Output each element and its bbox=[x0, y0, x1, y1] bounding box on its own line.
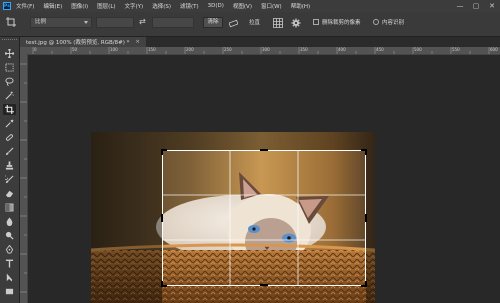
close-icon[interactable]: × bbox=[135, 39, 140, 45]
magic-wand-tool-icon[interactable] bbox=[3, 90, 16, 101]
content-aware-label: 内容识别 bbox=[382, 20, 405, 26]
ruler-corner[interactable] bbox=[20, 47, 27, 54]
document-tab-bar: test.jpg @ 100% (裁剪预览, RGB/8#) * × bbox=[20, 37, 500, 47]
menu-bar: Ps 文件(F) 编辑(E) 图像(I) 图层(L) 文字(Y) 选择(S) 滤… bbox=[0, 0, 500, 12]
tools-panel bbox=[0, 37, 20, 303]
document-tab-title: test.jpg @ 100% (裁剪预览, RGB/8#) * bbox=[26, 40, 130, 46]
menu-window[interactable]: 窗口(W) bbox=[261, 2, 282, 10]
menu-view[interactable]: 视图(V) bbox=[233, 2, 252, 10]
maximize-button[interactable]: ▢ bbox=[468, 0, 484, 12]
rectangle-tool-icon[interactable] bbox=[3, 286, 16, 297]
ruler-label: 400 bbox=[338, 47, 346, 52]
menu-3d[interactable]: 3D(D) bbox=[208, 3, 224, 9]
photoshop-logo: Ps bbox=[3, 2, 11, 10]
vertical-ruler[interactable] bbox=[20, 54, 28, 303]
panel-grip[interactable] bbox=[2, 39, 17, 43]
pen-tool-icon[interactable] bbox=[3, 244, 16, 255]
dodge-tool-icon[interactable] bbox=[3, 230, 16, 241]
ruler-label: 100 bbox=[110, 47, 118, 52]
content-aware-checkbox[interactable] bbox=[373, 19, 379, 25]
gear-icon[interactable] bbox=[291, 18, 301, 28]
ratio-select[interactable]: 比例 bbox=[30, 17, 92, 28]
ruler-label: 300 bbox=[262, 47, 270, 52]
lasso-tool-icon[interactable] bbox=[3, 76, 16, 87]
menu-file[interactable]: 文件(F) bbox=[16, 2, 34, 10]
move-tool-icon[interactable] bbox=[3, 48, 16, 59]
gradient-tool-icon[interactable] bbox=[3, 202, 16, 213]
crop-handle-bottom-left[interactable] bbox=[161, 281, 167, 287]
type-tool-icon[interactable] bbox=[3, 258, 16, 269]
ruler-label: 50 bbox=[72, 47, 78, 52]
overlay-grid-icon[interactable] bbox=[273, 18, 283, 28]
marquee-tool-icon[interactable] bbox=[3, 62, 16, 73]
height-input[interactable] bbox=[152, 17, 194, 28]
crop-box[interactable] bbox=[161, 149, 368, 287]
menu-edit[interactable]: 编辑(E) bbox=[43, 2, 62, 10]
crop-tool-preset-icon[interactable] bbox=[6, 17, 18, 28]
straighten-icon[interactable] bbox=[228, 19, 239, 28]
eyedropper-tool-icon[interactable] bbox=[3, 118, 16, 129]
history-brush-tool-icon[interactable] bbox=[3, 174, 16, 185]
ruler-label: 150 bbox=[148, 47, 156, 52]
eraser-tool-icon[interactable] bbox=[3, 188, 16, 199]
delete-cropped-checkbox[interactable] bbox=[313, 19, 319, 25]
path-selection-tool-icon[interactable] bbox=[3, 272, 16, 283]
crop-handle-right[interactable] bbox=[365, 214, 368, 222]
options-bar: 比例 ⇄ 清除 拉直 删除裁剪的像素 内容识别 bbox=[0, 12, 500, 37]
menu-image[interactable]: 图像(I) bbox=[71, 2, 88, 10]
minimize-button[interactable]: — bbox=[452, 0, 468, 12]
crop-handle-bottom-right[interactable] bbox=[361, 281, 367, 287]
crop-handle-top-right[interactable] bbox=[361, 149, 367, 155]
crop-handle-bottom[interactable] bbox=[260, 284, 268, 287]
menu-filter[interactable]: 滤镜(T) bbox=[180, 2, 199, 10]
ruler-label: 500 bbox=[414, 47, 422, 52]
blur-tool-icon[interactable] bbox=[3, 216, 16, 227]
close-button[interactable]: ✕ bbox=[484, 0, 500, 12]
ruler-label: 350 bbox=[300, 47, 308, 52]
document-tab[interactable]: test.jpg @ 100% (裁剪预览, RGB/8#) * × bbox=[20, 37, 147, 47]
ruler-label: 0 bbox=[34, 47, 37, 52]
menu-help[interactable]: 帮助(H) bbox=[291, 2, 310, 10]
horizontal-ruler[interactable]: 0 50 100 150 200 250 300 350 400 450 500… bbox=[27, 47, 500, 55]
ruler-label: 550 bbox=[452, 47, 460, 52]
menu-layer[interactable]: 图层(L) bbox=[97, 2, 115, 10]
swap-icon[interactable]: ⇄ bbox=[139, 17, 146, 26]
crop-handle-top[interactable] bbox=[260, 149, 268, 152]
window-controls: — ▢ ✕ bbox=[452, 0, 500, 12]
crop-tool-icon[interactable] bbox=[3, 104, 16, 115]
ruler-label: 200 bbox=[186, 47, 194, 52]
ruler-label: 450 bbox=[376, 47, 384, 52]
clone-stamp-tool-icon[interactable] bbox=[3, 160, 16, 171]
chevron-down-icon bbox=[84, 21, 88, 24]
ratio-select-value: 比例 bbox=[35, 19, 47, 25]
ruler-label: 250 bbox=[224, 47, 232, 52]
clear-button[interactable]: 清除 bbox=[203, 17, 223, 28]
straighten-label[interactable]: 拉直 bbox=[249, 18, 260, 26]
crop-handle-left[interactable] bbox=[161, 214, 164, 222]
ruler-label: 600 bbox=[490, 47, 498, 52]
brush-tool-icon[interactable] bbox=[3, 146, 16, 157]
delete-cropped-label: 删除裁剪的像素 bbox=[322, 20, 361, 26]
healing-brush-tool-icon[interactable] bbox=[3, 132, 16, 143]
width-input[interactable] bbox=[96, 17, 134, 28]
menu-select[interactable]: 选择(S) bbox=[152, 2, 171, 10]
menu-type[interactable]: 文字(Y) bbox=[125, 2, 144, 10]
crop-handle-top-left[interactable] bbox=[161, 149, 167, 155]
